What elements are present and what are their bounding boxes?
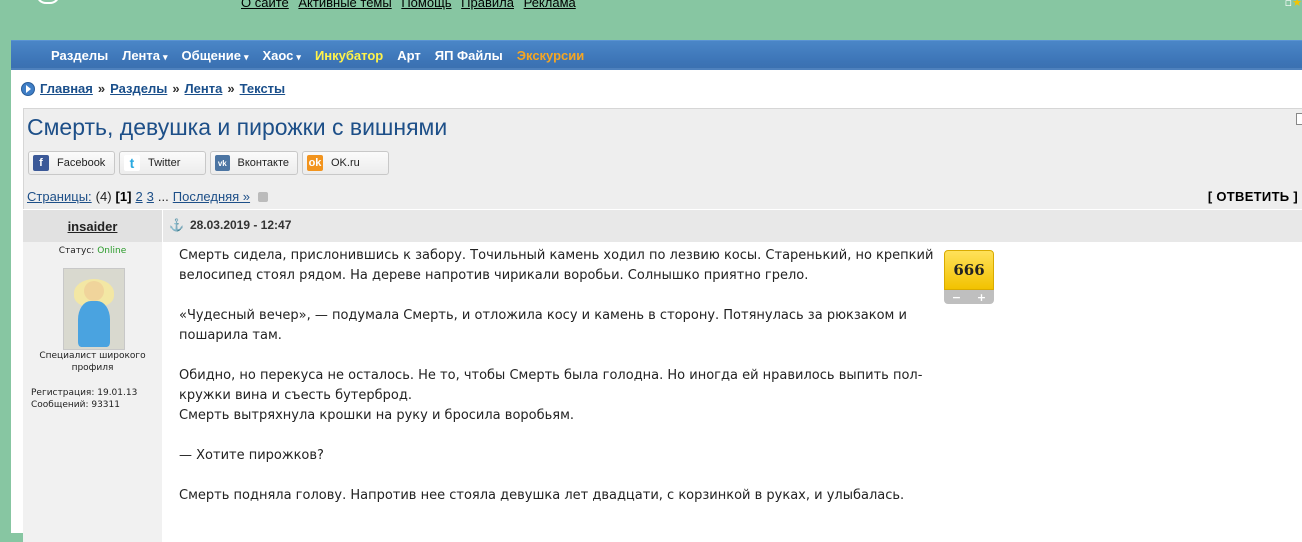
avatar-head	[84, 281, 104, 301]
breadcrumb-sections[interactable]: Разделы	[110, 81, 167, 96]
pagination-ellipsis: ...	[157, 189, 169, 204]
pagination-count: (4)	[95, 189, 112, 204]
nav-item-1[interactable]: Лента ▾	[122, 48, 167, 63]
post-paragraph: Обидно, но перекуса не осталось. Не то, …	[179, 368, 923, 423]
anchor-icon[interactable]: ⚓	[169, 218, 184, 232]
reply-button[interactable]: [ ОТВЕТИТЬ ]	[1208, 189, 1298, 204]
nav-item-label: ЯП Файлы	[434, 48, 503, 63]
share-facebook-button[interactable]: f Facebook	[28, 151, 115, 175]
nav-item-0[interactable]: Разделы	[51, 48, 108, 63]
corner-icons: ▫★	[1285, 0, 1302, 9]
post-paragraph: «Чудесный вечер», — подумала Смерть, и о…	[179, 308, 907, 343]
breadcrumb-sep: »	[227, 81, 235, 96]
star-icon[interactable]: ★	[1292, 0, 1302, 9]
breadcrumb-arrow-icon	[21, 81, 35, 96]
nav-item-4[interactable]: Инкубатор	[315, 48, 383, 63]
ok-icon: ok	[307, 155, 323, 171]
nav-menu: Разделы Лента ▾ Общение ▾ Хаос ▾ Инкубатор Арт ЯП…	[51, 48, 598, 63]
nav-item-label: Лента	[122, 48, 161, 63]
nav-item-2[interactable]: Общение ▾	[182, 48, 249, 63]
nav-item-label: Экскурсии	[516, 48, 585, 63]
post-body: Статус: Online Специалист широкого профи…	[23, 242, 1302, 542]
nav-item-label: Общение	[181, 48, 241, 63]
author-stats: Регистрация: 19.01.13 Сообщений: 93311	[31, 387, 137, 411]
rating-minus-button[interactable]: −	[952, 291, 961, 304]
share-label: OK.ru	[331, 157, 360, 169]
post-header: insaider ⚓ 28.03.2019 - 12:47	[23, 209, 1302, 242]
post-text: Смерть сидела, прислонившись к забору. Т…	[179, 246, 939, 526]
chevron-down-icon: ▾	[163, 52, 168, 62]
status-value: Online	[97, 246, 127, 256]
nav-item-label: Арт	[397, 48, 421, 63]
breadcrumb-home[interactable]: Главная	[40, 81, 93, 96]
share-label: Вконтакте	[237, 157, 289, 169]
pagination-label[interactable]: Страницы:	[27, 189, 92, 204]
avatar-body	[78, 301, 110, 347]
top-link-help[interactable]: Помощь	[401, 0, 451, 10]
breadcrumb-feed[interactable]: Лента	[185, 81, 223, 96]
breadcrumb-texts[interactable]: Тексты	[240, 81, 286, 96]
top-links: О сайте Активные темы Помощь Правила Рек…	[241, 0, 582, 10]
author-messages: Сообщений: 93311	[31, 400, 120, 410]
pagination-bar: Страницы: (4) [1] 2 3 ... Последняя » [ …	[23, 187, 1302, 208]
top-link-ads[interactable]: Реклама	[524, 0, 576, 10]
author-rank: Специалист широкого профиля	[39, 351, 146, 373]
page-title: Смерть, девушка и пирожки с вишнями	[27, 114, 448, 140]
chevron-down-icon: ▾	[243, 52, 249, 62]
post-paragraph: — Хотите пирожков?	[179, 448, 324, 463]
status-label: Статус:	[58, 246, 95, 256]
nav-item-label: Инкубатор	[314, 48, 384, 63]
chevron-down-icon: ▾	[296, 52, 301, 62]
post-paragraph: Смерть сидела, прислонившись к забору. Т…	[179, 248, 934, 283]
author-info: Статус: Online Специалист широкого профи…	[23, 242, 163, 542]
pagination-current: [1]	[115, 189, 132, 204]
page-icon[interactable]: ▫	[1285, 0, 1292, 9]
pagination-page-2[interactable]: 2	[135, 189, 142, 204]
nav-item-5[interactable]: Арт	[397, 48, 421, 63]
pagination-options-icon[interactable]	[258, 191, 269, 202]
share-buttons: f Facebook t Twitter vk Вконтакте ok OK.…	[28, 151, 389, 175]
rating-plus-button[interactable]: +	[977, 291, 986, 304]
nav-item-7[interactable]: Экскурсии	[517, 48, 585, 63]
nav-item-label: Разделы	[51, 48, 109, 63]
share-ok-button[interactable]: ok OK.ru	[302, 151, 389, 175]
rating-value: 666	[944, 250, 994, 290]
content-panel: Главная » Разделы » Лента » Тексты Смерт…	[11, 70, 1302, 542]
pagination-page-3[interactable]: 3	[147, 189, 154, 204]
post-author-link[interactable]: insaider	[23, 210, 163, 242]
nav-item-label: Хаос	[262, 48, 294, 63]
top-link-rules[interactable]: Правила	[461, 0, 514, 10]
post-date-text: 28.03.2019 - 12:47	[189, 218, 292, 232]
main-nav: Разделы Лента ▾ Общение ▾ Хаос ▾ Инкубатор Арт ЯП…	[11, 40, 1302, 71]
vk-icon: vk	[215, 155, 230, 171]
twitter-icon: t	[124, 155, 140, 171]
post-paragraph: Смерть подняла голову. Напротив нее стоя…	[179, 488, 905, 503]
share-vk-button[interactable]: vk Вконтакте	[210, 151, 298, 175]
topic-options-icon[interactable]	[1296, 113, 1302, 125]
breadcrumb-sep: »	[97, 81, 106, 96]
avatar[interactable]	[63, 268, 125, 350]
post-rating: 666 − +	[944, 250, 994, 304]
share-label: Facebook	[57, 157, 106, 169]
top-link-active-topics[interactable]: Активные темы	[298, 0, 391, 10]
share-twitter-button[interactable]: t Twitter	[119, 151, 206, 175]
rating-controls: − +	[944, 290, 994, 304]
top-link-about[interactable]: О сайте	[241, 0, 289, 10]
author-registration: Регистрация: 19.01.13	[31, 388, 138, 398]
share-label: Twitter	[148, 157, 181, 169]
breadcrumb-sep: »	[172, 81, 180, 96]
pagination-last[interactable]: Последняя »	[173, 189, 250, 204]
post-date: ⚓ 28.03.2019 - 12:47	[169, 218, 291, 232]
site-logo[interactable]	[36, 0, 60, 4]
breadcrumb: Главная » Разделы » Лента » Тексты	[21, 81, 285, 96]
nav-item-6[interactable]: ЯП Файлы	[435, 48, 503, 63]
author-status: Статус: Online	[23, 246, 162, 256]
nav-item-3[interactable]: Хаос ▾	[263, 48, 301, 63]
facebook-icon: f	[33, 155, 49, 171]
